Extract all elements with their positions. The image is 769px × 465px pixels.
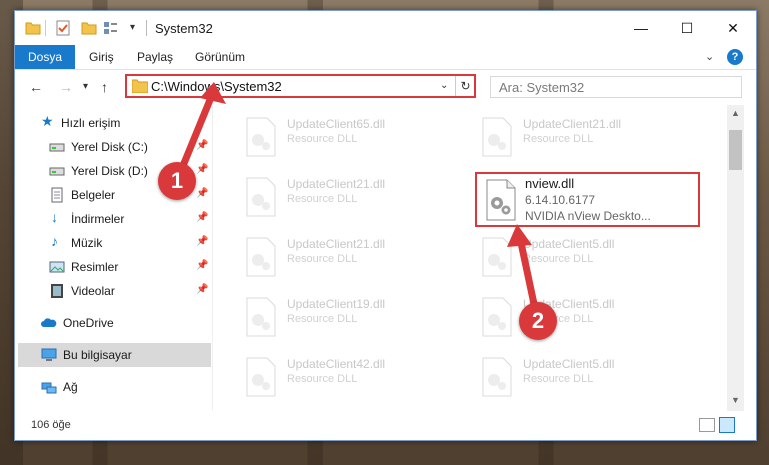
annotation-arrows bbox=[174, 82, 541, 322]
step-2-badge: 2 bbox=[519, 302, 557, 340]
step-1-badge: 1 bbox=[158, 162, 196, 200]
